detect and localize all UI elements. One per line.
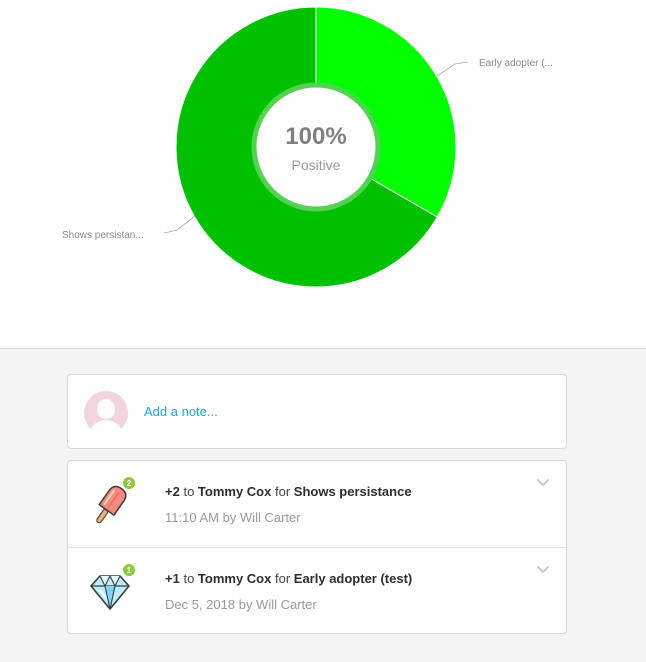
count-badge: 2 bbox=[122, 476, 136, 490]
behavior-name: Early adopter (test) bbox=[293, 571, 413, 586]
avatar-head bbox=[97, 399, 115, 419]
add-note-card[interactable]: Add a note... bbox=[67, 374, 567, 449]
to-word: to bbox=[183, 484, 195, 499]
points: +2 bbox=[165, 484, 180, 499]
avatar bbox=[84, 391, 128, 435]
behavior-chart: Early adopter (... Shows persistan... 10… bbox=[0, 0, 646, 348]
feed-item-title: +2 to Tommy Cox for Shows persistance bbox=[165, 484, 412, 499]
feed-area: Add a note... 2 +2 to Tommy Cox for Show… bbox=[0, 348, 646, 662]
chevron-down-icon[interactable] bbox=[536, 478, 550, 488]
to-word: to bbox=[183, 571, 195, 586]
feed-item[interactable]: 2 +2 to Tommy Cox for Shows persistance … bbox=[68, 461, 566, 548]
avatar-body bbox=[88, 420, 124, 435]
center-label: Positive bbox=[291, 157, 341, 173]
points: +1 bbox=[165, 571, 180, 586]
slice-label-shows-persistance: Shows persistan... bbox=[62, 230, 144, 241]
slice-leader-line bbox=[436, 61, 469, 77]
add-note-link[interactable]: Add a note... bbox=[144, 404, 218, 419]
feed-list: 2 +2 to Tommy Cox for Shows persistance … bbox=[67, 460, 567, 634]
feed-item-meta: 11:10 AM by Will Carter bbox=[165, 510, 301, 525]
count-badge: 1 bbox=[122, 563, 136, 577]
student-name: Tommy Cox bbox=[197, 484, 272, 499]
slice-leader-line bbox=[163, 215, 196, 234]
for-word: for bbox=[274, 484, 291, 499]
feed-item-title: +1 to Tommy Cox for Early adopter (test) bbox=[165, 571, 412, 586]
for-word: for bbox=[274, 571, 291, 586]
feed-item[interactable]: 1 +1 to Tommy Cox for Early adopter (tes… bbox=[68, 548, 566, 635]
behavior-name: Shows persistance bbox=[293, 484, 412, 499]
center-percentage: 100% bbox=[285, 123, 347, 150]
student-name: Tommy Cox bbox=[197, 571, 272, 586]
feed-item-meta: Dec 5, 2018 by Will Carter bbox=[165, 597, 317, 612]
slice-label-early-adopter: Early adopter (... bbox=[479, 58, 553, 69]
chevron-down-icon[interactable] bbox=[536, 565, 550, 575]
donut-chart bbox=[163, 6, 469, 288]
